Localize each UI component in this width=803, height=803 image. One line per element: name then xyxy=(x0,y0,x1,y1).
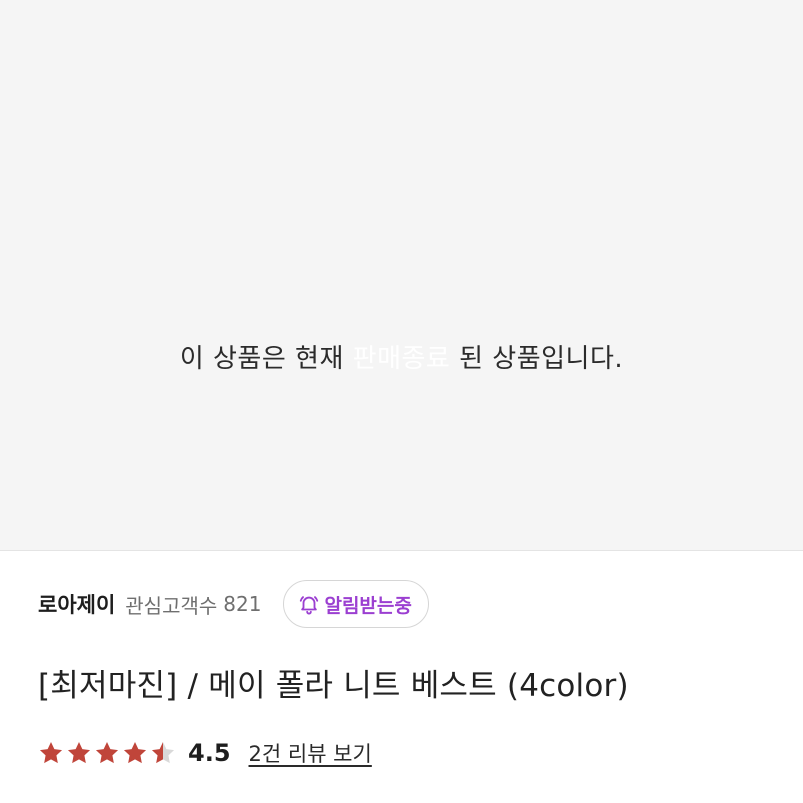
star-icon xyxy=(38,740,64,766)
star-icon xyxy=(150,740,176,766)
product-info: 로아제이 관심고객수 821 알림받는중 [최저마진] / 메이 폴라 니트 베… xyxy=(38,578,768,771)
star-rating xyxy=(38,740,178,766)
shop-row: 로아제이 관심고객수 821 알림받는중 xyxy=(38,578,768,630)
rating-row: 4.5 2건 리뷰 보기 xyxy=(38,735,768,771)
star-icon xyxy=(122,740,148,766)
review-link[interactable]: 2건 리뷰 보기 xyxy=(249,738,372,768)
watch-label: 관심고객수 xyxy=(125,593,218,618)
alarm-button-label: 알림받는중 xyxy=(324,594,412,617)
star-icon xyxy=(66,740,92,766)
star-icon xyxy=(94,740,120,766)
bell-icon xyxy=(298,593,320,615)
soldout-message-highlight: 판매종료 xyxy=(352,344,451,374)
alarm-subscribe-button[interactable]: 알림받는중 xyxy=(283,580,429,628)
soldout-message-suffix: 된 상품입니다. xyxy=(450,344,624,374)
shop-name[interactable]: 로아제이 xyxy=(38,589,115,619)
soldout-message: 이 상품은 현재 판매종료 된 상품입니다. xyxy=(0,338,803,375)
product-title: [최저마진] / 메이 폴라 니트 베스트 (4color) xyxy=(38,668,629,704)
product-image-area: 이 상품은 현재 판매종료 된 상품입니다. xyxy=(0,0,803,551)
soldout-message-prefix: 이 상품은 현재 xyxy=(179,344,353,374)
watch-count: 821 xyxy=(223,592,262,616)
rating-score: 4.5 xyxy=(188,739,231,767)
